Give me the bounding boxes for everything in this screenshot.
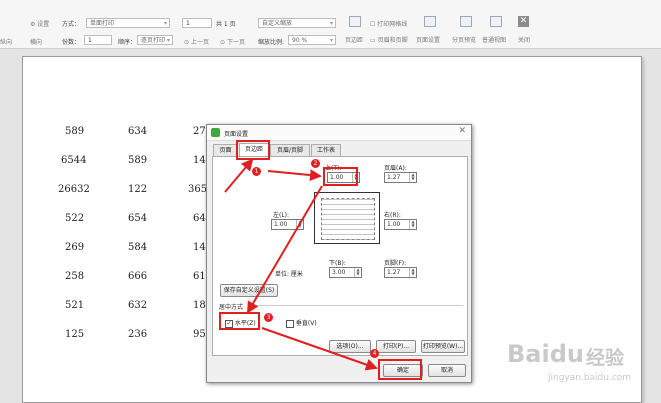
watermark-url: jingyan.baidu.com [548, 373, 632, 383]
arrow-1 [224, 158, 254, 193]
baidu-watermark: Baidu [507, 340, 584, 368]
step-badge-2: 2 [311, 159, 320, 168]
arrow-3 [246, 185, 323, 314]
step-badge-3: 3 [264, 313, 273, 322]
arrow-2 [267, 169, 322, 182]
step-badge-1: 1 [252, 167, 261, 176]
jingyan-watermark: 经验 [586, 347, 625, 369]
arrow-4 [261, 327, 378, 371]
step-badge-4: 4 [370, 349, 379, 358]
